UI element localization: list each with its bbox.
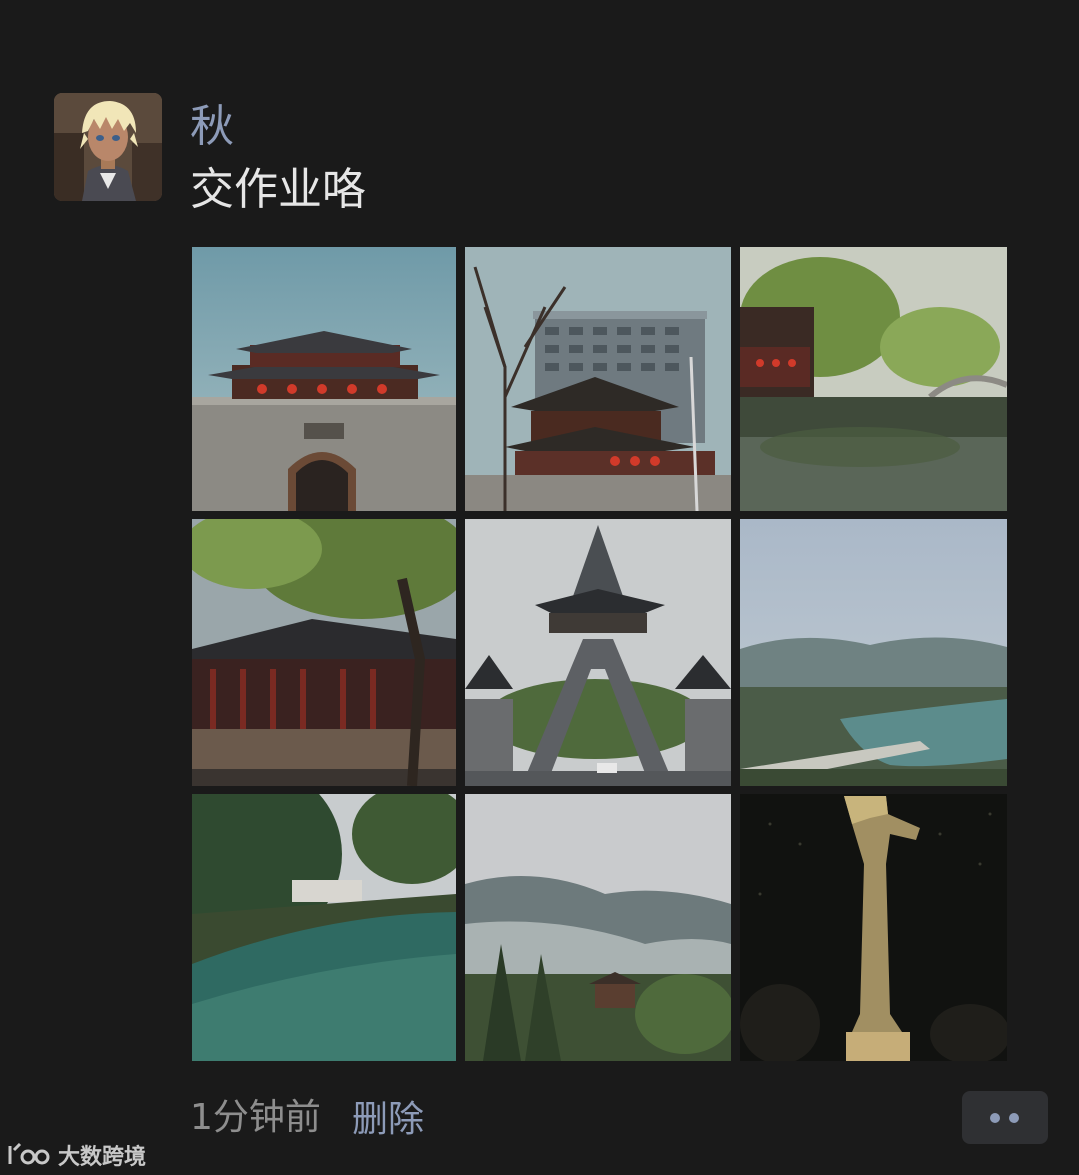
- watermark-text: 大数跨境: [58, 1145, 147, 1170]
- username[interactable]: 秋: [190, 100, 234, 154]
- photo-river-valley[interactable]: [740, 519, 1007, 786]
- post-text: 交作业咯: [190, 164, 366, 215]
- photo-willow-pond[interactable]: [740, 247, 1007, 511]
- photo-grid: [192, 247, 1007, 1061]
- more-dot-icon: [990, 1113, 1000, 1123]
- avatar-image: [54, 93, 162, 201]
- photo-tower-highrise[interactable]: [465, 247, 731, 511]
- avatar[interactable]: [54, 93, 162, 201]
- photo-bronze-statue[interactable]: [740, 794, 1007, 1061]
- photo-triangle-gate[interactable]: [465, 519, 731, 786]
- post-time: 1分钟前: [190, 1097, 321, 1138]
- delete-link[interactable]: 删除: [352, 1095, 424, 1145]
- watermark-logo-icon: [8, 1142, 50, 1165]
- more-dot-icon: [1009, 1113, 1019, 1123]
- photo-city-gate[interactable]: [192, 247, 456, 511]
- photo-temple-tree[interactable]: [192, 519, 456, 786]
- photo-green-river[interactable]: [192, 794, 456, 1061]
- more-options-button[interactable]: [962, 1091, 1048, 1144]
- photo-misty-mountains[interactable]: [465, 794, 731, 1061]
- watermark: 大数跨境: [8, 1140, 146, 1170]
